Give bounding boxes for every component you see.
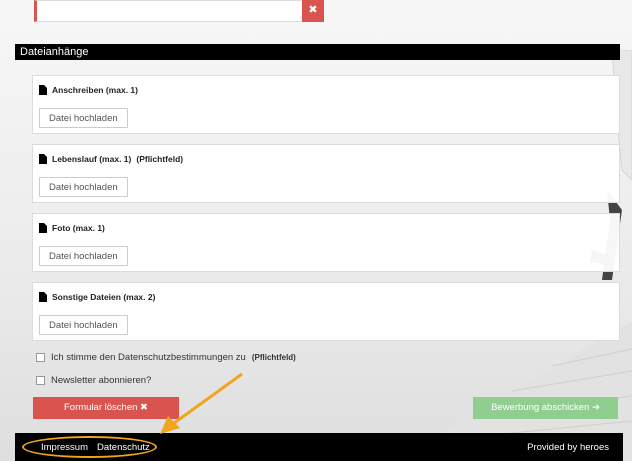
attachment-card-photo: Foto (max. 1) Datei hochladen (32, 213, 620, 272)
footer-provided-by: Provided by heroes (527, 442, 609, 453)
required-note: (Pflichtfeld) (251, 353, 296, 362)
previous-field-clear-button[interactable]: ✖ (302, 0, 324, 22)
attachment-card-cv: Lebenslauf (max. 1) (Pflichtfeld) Datei … (32, 144, 620, 203)
upload-cover-letter-button[interactable]: Datei hochladen (39, 108, 128, 128)
privacy-consent-row: Ich stimme den Datenschutzbestimmungen z… (36, 352, 296, 363)
attachment-label: Foto (max. 1) (52, 223, 105, 233)
upload-other-files-button[interactable]: Datei hochladen (39, 315, 128, 335)
file-icon (39, 85, 47, 95)
attachment-card-other-files: Sonstige Dateien (max. 2) Datei hochlade… (32, 282, 620, 341)
upload-cv-button[interactable]: Datei hochladen (39, 177, 128, 197)
attachment-label: Sonstige Dateien (max. 2) (52, 292, 156, 302)
section-title-attachments: Dateianhänge (15, 44, 620, 60)
highlight-ellipse (22, 436, 157, 458)
file-icon (39, 292, 47, 302)
newsletter-label: Newsletter abonnieren? (51, 375, 152, 386)
file-icon (39, 223, 47, 233)
privacy-consent-label: Ich stimme den Datenschutzbestimmungen z… (51, 352, 246, 363)
attachment-label: Anschreiben (max. 1) (52, 85, 138, 95)
submit-application-button[interactable]: Bewerbung abschicken ➔ (473, 397, 618, 419)
newsletter-checkbox[interactable] (36, 376, 45, 385)
file-icon (39, 154, 47, 164)
attachment-card-cover-letter: Anschreiben (max. 1) Datei hochladen (32, 75, 620, 134)
upload-photo-button[interactable]: Datei hochladen (39, 246, 128, 266)
annotation-arrow-icon (160, 372, 243, 434)
required-note: (Pflichtfeld) (136, 154, 184, 164)
newsletter-row: Newsletter abonnieren? (36, 375, 151, 386)
previous-field-input[interactable] (34, 0, 324, 22)
attachment-label: Lebenslauf (max. 1) (52, 154, 132, 164)
privacy-consent-checkbox[interactable] (36, 353, 45, 362)
